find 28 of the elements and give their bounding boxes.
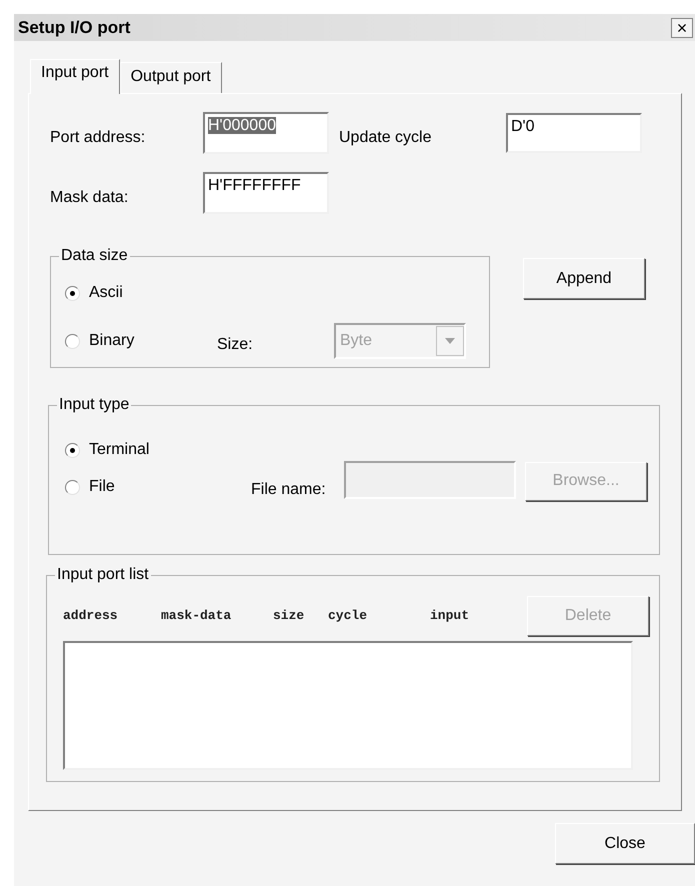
column-header: input — [430, 607, 470, 626]
mask-data-field[interactable]: H'FFFFFFFF — [203, 172, 329, 214]
radio-button[interactable] — [65, 286, 80, 300]
close-button[interactable]: × — [671, 18, 693, 38]
append-button[interactable]: Append — [523, 258, 645, 299]
file-name-label: File name: — [251, 480, 327, 500]
column-header: cycle — [328, 607, 368, 626]
column-header: address — [63, 607, 119, 626]
field-label: Mask data: — [50, 188, 130, 208]
size-label: Size: — [217, 335, 254, 355]
column-header: mask-data — [161, 607, 232, 626]
radio-label: Ascii — [89, 283, 123, 303]
close-dialog-button[interactable]: Close — [555, 823, 695, 864]
field-label: Update cycle — [339, 128, 432, 148]
radio-button[interactable] — [65, 480, 80, 494]
window-title: Setup I/O port — [17, 16, 130, 39]
update-cycle-field[interactable]: D'0 — [506, 113, 642, 153]
field-label: Port address: — [50, 128, 146, 148]
column-header: size — [273, 607, 306, 626]
tab[interactable]: Input port — [30, 59, 120, 94]
radio-label: File — [89, 477, 115, 497]
radio-button[interactable] — [65, 334, 80, 348]
radio-button[interactable] — [65, 442, 80, 458]
radio-label: Terminal — [89, 440, 150, 460]
port-address-field[interactable]: H'000000 — [203, 112, 329, 154]
tab[interactable]: Output port — [120, 62, 222, 93]
radio-label: Binary — [89, 331, 134, 351]
selected-text: H'000000 — [208, 117, 276, 134]
